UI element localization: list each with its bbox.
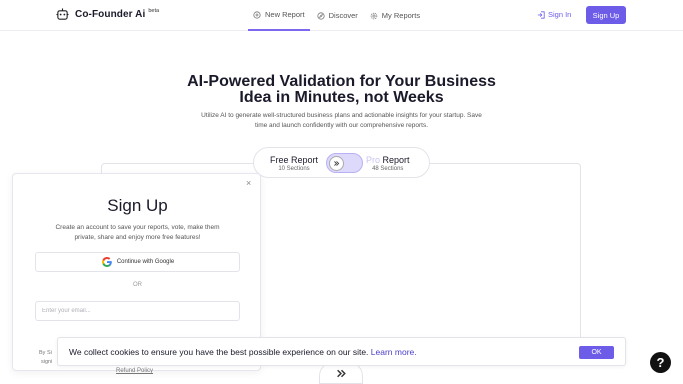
modal-description-line1: Create an account to save your reports, … — [55, 224, 220, 231]
hero-subtitle: Utilize AI to generate well-structured b… — [175, 111, 508, 131]
refund-policy-link[interactable]: Refund Policy — [116, 368, 153, 374]
compass-icon — [317, 11, 325, 20]
hero-subtitle-line2: time and launch confidently with our com… — [254, 122, 429, 129]
free-report-label: Free Report — [270, 155, 319, 165]
double-chevron-right-icon — [336, 369, 346, 377]
nav-new-report[interactable]: New Report — [248, 0, 310, 31]
robot-logo-icon — [56, 8, 69, 20]
nav-my-reports-label: My Reports — [381, 11, 421, 20]
email-field[interactable] — [35, 301, 240, 321]
plus-circle-icon — [253, 10, 261, 19]
pro-report-option[interactable]: Pro Report 48 Sections — [366, 155, 410, 173]
free-report-sections: 10 Sections — [278, 166, 310, 172]
nav-new-report-label: New Report — [265, 10, 305, 19]
help-button[interactable]: ? — [650, 352, 671, 373]
nav-discover-label: Discover — [328, 11, 358, 20]
double-chevron-right-icon — [334, 161, 340, 166]
pro-report-word: Report — [380, 155, 410, 165]
sign-in-link[interactable]: Sign In — [537, 10, 571, 19]
cookie-message-text: We collect cookies to ensure you have th… — [69, 347, 369, 357]
login-icon — [537, 10, 545, 19]
cookie-banner: We collect cookies to ensure you have th… — [57, 337, 626, 366]
modal-title: Sign Up — [107, 196, 168, 215]
beta-badge: beta — [148, 7, 160, 14]
pro-report-sections: 48 Sections — [372, 166, 404, 172]
pro-prefix: Pro — [366, 155, 381, 165]
gear-icon — [370, 12, 378, 19]
close-icon[interactable]: × — [246, 178, 251, 188]
hero-title-line2: Idea in Minutes, not Weeks — [239, 89, 444, 106]
report-type-switch[interactable] — [326, 153, 363, 173]
or-divider: OR — [133, 282, 142, 288]
modal-description: Create an account to save your reports, … — [35, 223, 240, 243]
hero-title: AI-Powered Validation for Your Business … — [0, 74, 683, 106]
google-button-label: Continue with Google — [116, 259, 175, 265]
cookie-message: We collect cookies to ensure you have th… — [69, 347, 417, 357]
hero-title-line1: AI-Powered Validation for Your Business — [187, 73, 496, 90]
google-icon — [101, 257, 112, 267]
top-navbar: Co-Founder Ai beta New Report Discover M… — [0, 0, 683, 31]
terms-text-fragment: By Si — [39, 350, 52, 356]
switch-knob[interactable] — [329, 156, 344, 171]
free-report-option[interactable]: Free Report 10 Sections — [270, 155, 318, 173]
brand-logo[interactable]: Co-Founder Ai beta — [56, 8, 159, 21]
modal-description-line2: private, share and enjoy more free featu… — [74, 234, 201, 241]
sign-up-button[interactable]: Sign Up — [586, 6, 626, 24]
brand-name: Co-Founder Ai — [75, 9, 146, 20]
pro-report-label: Pro Report — [366, 155, 410, 165]
nav-discover[interactable]: Discover — [312, 0, 363, 31]
nav-my-reports[interactable]: My Reports — [365, 0, 425, 31]
report-type-toggle[interactable]: Free Report 10 Sections Pro Report 48 Se… — [253, 147, 430, 178]
continue-with-google-button[interactable]: Continue with Google — [35, 252, 240, 272]
nav-links: New Report Discover My Reports — [248, 0, 425, 31]
hero-subtitle-line1: Utilize AI to generate well-structured b… — [201, 112, 482, 119]
cookie-ok-button[interactable]: OK — [579, 346, 614, 359]
learn-more-link[interactable]: Learn more. — [371, 347, 417, 357]
sign-in-label: Sign In — [548, 10, 572, 19]
terms-text-fragment-2: signi — [41, 359, 53, 365]
